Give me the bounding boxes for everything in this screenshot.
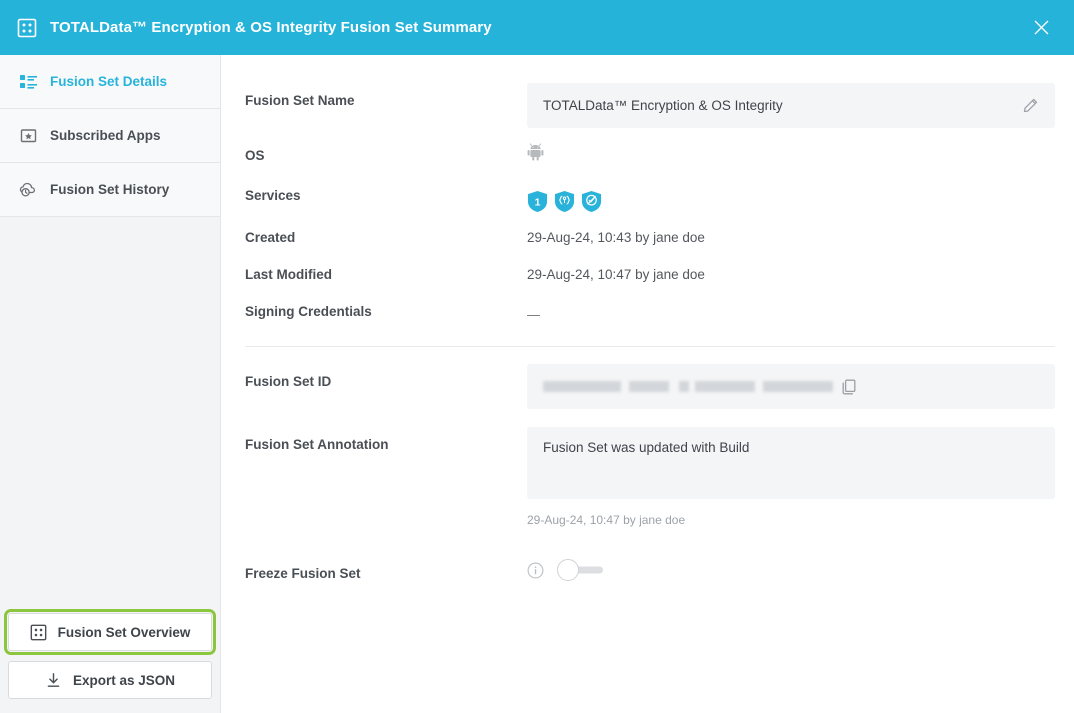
row-created: Created 29-Aug-24, 10:43 by jane doe (245, 220, 1055, 257)
grid-dashboard-icon (16, 17, 38, 39)
toggle-knob (557, 559, 579, 581)
row-freeze-fusion-set: Freeze Fusion Set (245, 549, 1055, 589)
download-icon (45, 671, 63, 689)
fusion-set-summary-dialog: TOTALData™ Encryption & OS Integrity Fus… (0, 0, 1074, 713)
info-circle-icon[interactable] (527, 562, 544, 579)
export-as-json-label: Export as JSON (72, 672, 176, 688)
fusion-set-name-value: TOTALData™ Encryption & OS Integrity (543, 98, 783, 113)
signing-credentials-value (527, 294, 1055, 321)
row-os: OS (245, 138, 1055, 178)
page-title: TOTALData™ Encryption & OS Integrity Fus… (50, 19, 492, 36)
fusion-set-annotation-timestamp: 29-Aug-24, 10:47 by jane doe (527, 513, 686, 527)
copy-icon[interactable] (838, 376, 860, 398)
export-as-json-button[interactable]: Export as JSON (8, 661, 212, 699)
sidebar-item-label: Fusion Set History (50, 182, 170, 197)
cloud-history-icon (16, 178, 40, 202)
fusion-set-name-field[interactable]: TOTALData™ Encryption & OS Integrity (527, 83, 1055, 128)
services-badge-list: 1 (527, 187, 1055, 213)
row-last-modified: Last Modified 29-Aug-24, 10:47 by jane d… (245, 257, 1055, 294)
last-modified-label: Last Modified (245, 267, 332, 282)
service-badge-code[interactable] (554, 190, 575, 213)
fusion-set-annotation-textarea[interactable]: Fusion Set was updated with Build (527, 427, 1055, 499)
row-fusion-set-name: Fusion Set Name TOTALData™ Encryption & … (245, 83, 1055, 128)
services-value: 1 (527, 178, 1055, 213)
created-value: 29-Aug-24, 10:43 by jane doe (527, 230, 705, 245)
sidebar-item-fusion-set-history[interactable]: Fusion Set History (0, 163, 220, 217)
fusion-set-id-value-redacted (543, 381, 838, 392)
row-services: Services 1 (245, 178, 1055, 220)
row-signing-credentials: Signing Credentials (245, 294, 1055, 331)
sidebar-actions: Fusion Set Overview Export as JSON (0, 609, 220, 713)
star-box-icon (16, 124, 40, 148)
last-modified-value: 29-Aug-24, 10:47 by jane doe (527, 267, 705, 282)
created-label: Created (245, 230, 296, 245)
sidebar-item-label: Fusion Set Details (50, 74, 168, 89)
fusion-set-id-label: Fusion Set ID (245, 374, 332, 389)
dialog-titlebar: TOTALData™ Encryption & OS Integrity Fus… (0, 0, 1074, 55)
close-icon[interactable] (1024, 11, 1058, 45)
sidebar-item-fusion-set-details[interactable]: Fusion Set Details (0, 55, 220, 109)
grid-overview-icon (30, 623, 48, 641)
sidebar: Fusion Set Details Subscribed Apps Fusio… (0, 55, 221, 713)
fusion-set-id-field[interactable] (527, 364, 1055, 409)
android-os-icon (527, 143, 544, 164)
row-fusion-set-annotation: Fusion Set Annotation Fusion Set was upd… (245, 427, 1055, 527)
dialog-body: Fusion Set Details Subscribed Apps Fusio… (0, 55, 1074, 713)
fusion-set-annotation-label: Fusion Set Annotation (245, 437, 389, 452)
os-value (527, 138, 1055, 166)
signing-credentials-label: Signing Credentials (245, 304, 372, 319)
freeze-fusion-set-label: Freeze Fusion Set (245, 565, 361, 581)
freeze-fusion-set-controls (527, 557, 1055, 581)
row-fusion-set-id: Fusion Set ID (245, 364, 1055, 409)
sidebar-item-label: Subscribed Apps (50, 128, 161, 143)
main-content: Fusion Set Name TOTALData™ Encryption & … (221, 55, 1074, 713)
divider (245, 346, 1055, 347)
freeze-fusion-set-toggle[interactable] (557, 559, 603, 581)
fusion-set-overview-label: Fusion Set Overview (57, 624, 191, 640)
pencil-edit-icon[interactable] (1019, 95, 1041, 117)
empty-value-dash (527, 314, 540, 317)
sidebar-nav: Fusion Set Details Subscribed Apps Fusio… (0, 55, 220, 217)
services-label: Services (245, 188, 301, 203)
service-badge-one[interactable]: 1 (527, 190, 548, 213)
svg-text:1: 1 (535, 196, 541, 208)
os-label: OS (245, 148, 265, 163)
sidebar-item-subscribed-apps[interactable]: Subscribed Apps (0, 109, 220, 163)
fusion-set-annotation-column: Fusion Set was updated with Build 29-Aug… (527, 427, 1055, 527)
service-badge-check[interactable] (581, 190, 602, 213)
fusion-set-name-label: Fusion Set Name (245, 93, 355, 108)
fusion-set-overview-button[interactable]: Fusion Set Overview (4, 609, 216, 655)
list-details-icon (16, 70, 40, 94)
